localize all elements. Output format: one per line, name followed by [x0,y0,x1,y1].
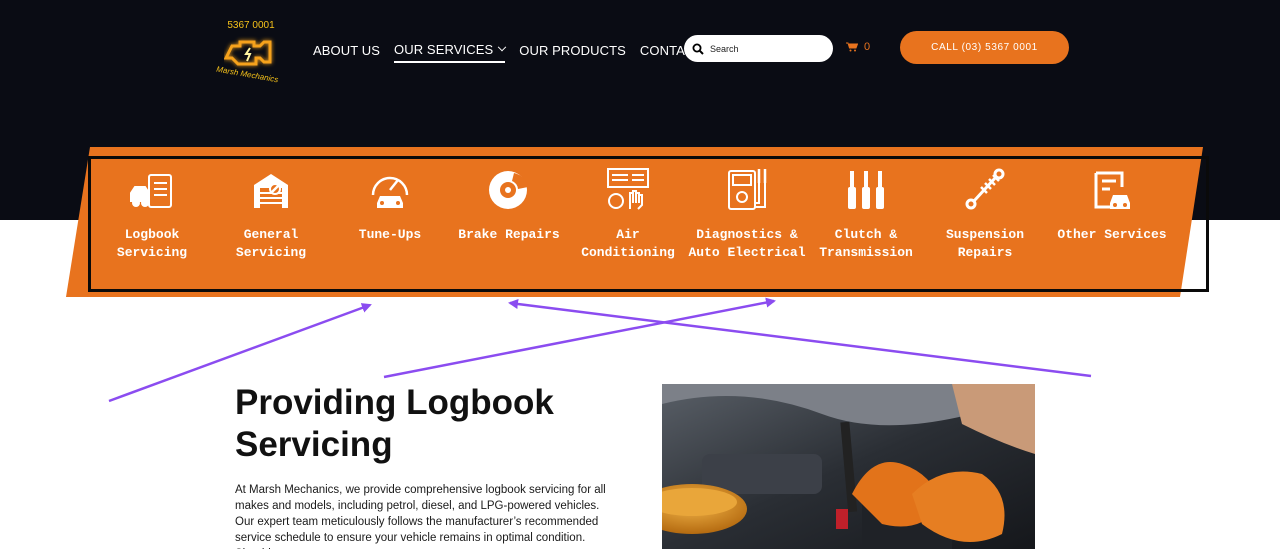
service-label: Brake Repairs [458,227,560,242]
service-label: Other Services [1057,227,1167,242]
services-band: Logbook Servicing General Servicing Tune… [66,147,1209,297]
nav-label: OUR PRODUCTS [519,43,626,58]
document-car-icon [1094,171,1130,209]
cart-link[interactable]: 0 [846,41,870,53]
speedometer-car-icon [371,176,409,208]
service-label: Suspension Repairs [945,227,1024,260]
engine-check-icon [224,40,272,66]
service-air-conditioning[interactable]: Air Conditioning [569,165,687,262]
search-icon [692,43,704,55]
service-label: Clutch & Transmission [819,227,913,260]
multimeter-icon [728,169,767,210]
service-tune-ups[interactable]: Tune-Ups [331,165,449,244]
logbook-icon [130,174,172,208]
page-title: Providing Logbook Servicing [235,383,554,464]
page: 5367 0001 Marsh Mechanics ABOUT US OUR S… [0,0,1280,549]
logo-phone: 5367 0001 [227,20,275,31]
mechanic-engine-image [662,384,1035,549]
main-nav: ABOUT US OUR SERVICES OUR PRODUCTS CONTA… [313,42,738,63]
service-logbook-servicing[interactable]: Logbook Servicing [93,165,211,262]
nav-about-us[interactable]: ABOUT US [313,42,380,63]
call-button[interactable]: CALL (03) 5367 0001 [900,31,1069,64]
site-logo[interactable]: 5367 0001 Marsh Mechanics [212,14,290,90]
service-clutch-transmission[interactable]: Clutch & Transmission [807,165,925,262]
service-label: Tune-Ups [358,227,422,242]
intro-paragraph: At Marsh Mechanics, we provide comprehen… [235,484,606,549]
service-suspension-repairs[interactable]: Suspension Repairs [926,165,1044,262]
mechanic-photo [662,384,1035,549]
service-label: General Servicing [235,227,307,260]
annotation-arrow [383,297,776,379]
search-input[interactable] [710,43,820,54]
nav-our-products[interactable]: OUR PRODUCTS [519,42,626,63]
service-other-services[interactable]: Other Services [1053,165,1171,244]
nav-our-services[interactable]: OUR SERVICES [394,42,507,63]
gear-shift-icon [848,171,884,209]
shopping-cart-icon [846,42,858,52]
brake-disc-icon [489,171,528,209]
nav-label: OUR SERVICES [394,42,494,57]
service-general-servicing[interactable]: General Servicing [212,165,330,262]
shock-absorber-icon [965,168,1005,210]
service-diagnostics-auto-electrical[interactable]: Diagnostics & Auto Electrical [688,165,806,262]
annotation-arrow [508,299,1092,378]
service-label: Diagnostics & Auto Electrical [688,227,806,260]
service-brake-repairs[interactable]: Brake Repairs [450,165,568,244]
service-label: Air Conditioning [581,227,675,260]
air-conditioning-icon [607,168,649,210]
cart-count: 0 [864,41,871,53]
services-list: Logbook Servicing General Servicing Tune… [93,165,1183,285]
search-box[interactable] [684,35,833,62]
garage-wrench-icon [254,174,288,208]
nav-label: ABOUT US [313,43,381,58]
chevron-down-icon [498,42,507,51]
service-label: Logbook Servicing [116,227,188,260]
